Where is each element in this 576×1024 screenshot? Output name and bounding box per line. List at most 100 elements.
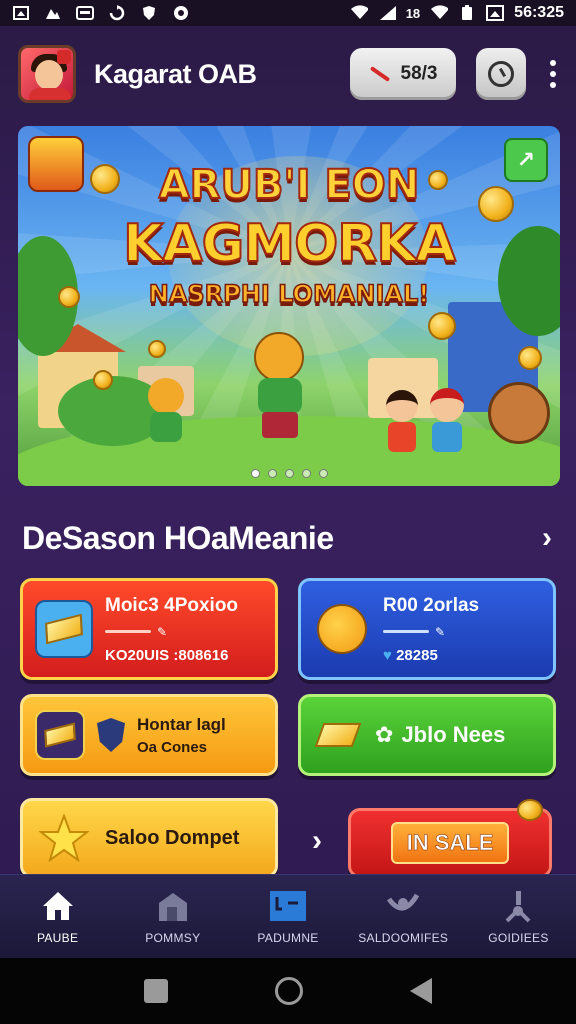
nav-label: GOIDIEES [488, 930, 549, 945]
mascot-legs [262, 412, 298, 438]
avatar-badge-icon [57, 50, 71, 64]
card-progress: ✎ [105, 625, 238, 639]
gold-ingot-icon [313, 706, 363, 764]
signal-text: 18 [405, 5, 421, 21]
banner-headline-line2: KAGMORKA [122, 213, 457, 275]
currency-icon [369, 66, 390, 82]
battery-icon [458, 5, 476, 21]
treasure-icon [35, 710, 85, 760]
offer-card-blue[interactable]: R00 2orlas ✎ ♥ 28285 [298, 578, 556, 680]
message-icon [76, 5, 94, 21]
nav-item-events[interactable]: PADUMNE [230, 875, 345, 958]
nav-item-shop[interactable]: POMMSY [115, 875, 230, 958]
currency-value: 58/3 [400, 63, 438, 84]
kid-character [148, 378, 184, 414]
carousel-dots [18, 469, 560, 478]
timer-button[interactable] [476, 48, 526, 100]
carousel-dot[interactable] [250, 469, 260, 478]
card-title: Moic3 4Poxioo [105, 594, 239, 616]
nav-label: PAUBE [36, 930, 79, 945]
card-subtitle: KO20UIS :808616 [105, 646, 229, 664]
nav-label: PADUMNE [257, 930, 319, 945]
nav-item-home[interactable]: PAUBE [0, 875, 115, 958]
shield-emblem-icon [97, 718, 125, 752]
chevron-right-icon[interactable]: › [542, 521, 552, 555]
player-avatar[interactable] [18, 45, 76, 103]
nav-label: SALDOOMIFES [358, 930, 449, 945]
boy-body [388, 422, 416, 452]
offer-card-green[interactable]: ✿ Jblo Nees [298, 694, 556, 776]
offer-card-red[interactable]: Moic3 4Poxioo ✎ KO20UIS :808616 [20, 578, 278, 680]
nav-item-profile[interactable]: GOIDIEES [461, 875, 576, 958]
coin-icon [428, 312, 456, 340]
back-button[interactable] [410, 978, 433, 1004]
coin-icon [518, 346, 542, 370]
app-header: Kagarat OAB 58/3 [0, 34, 576, 114]
screenshot-icon [12, 5, 30, 21]
card-title: Saloo Dompet [105, 826, 240, 849]
card-subtitle: Oa Cones [137, 738, 208, 756]
carousel-dot[interactable] [318, 469, 328, 478]
sync-icon [108, 5, 126, 21]
gold-bar-icon [35, 600, 93, 658]
mascot-character [254, 332, 304, 382]
section-title: DeSason HOaMeanie [22, 519, 334, 556]
banner-headline-line3: NASRPHI LOMANIAL! [148, 279, 430, 309]
home-button[interactable] [274, 977, 303, 1005]
wifi-secondary-icon [430, 5, 449, 21]
girl-body [432, 422, 462, 452]
shield-icon [140, 5, 158, 21]
wifi-icon [350, 5, 368, 21]
sale-label: IN SALE [390, 822, 510, 864]
sale-button[interactable]: IN SALE [348, 799, 552, 878]
status-bar: 18 56:325 [0, 0, 576, 26]
settings-icon [172, 5, 190, 21]
chevron-right-icon[interactable]: › [312, 824, 322, 858]
offer-card-orange[interactable]: Hontar lagl Oa Cones [20, 694, 278, 776]
boy-character [386, 390, 418, 422]
nav-item-rewards[interactable]: SALDOOMIFES [346, 875, 461, 958]
event-badge-icon[interactable] [28, 136, 84, 192]
offer-card-yellow[interactable]: Saloo Dompet [20, 798, 278, 878]
profile-icon [498, 889, 538, 923]
heart-icon: ♥ [383, 646, 392, 664]
banner-headline-line1: ARUB'I EON [158, 161, 421, 209]
carousel-dot[interactable] [267, 469, 277, 478]
mascot-body [258, 378, 302, 414]
shop-icon [153, 889, 193, 923]
rewards-icon [383, 889, 423, 923]
card-title: R00 2orlas [383, 594, 480, 616]
cell-signal-icon [378, 5, 396, 21]
carousel-dot[interactable] [284, 469, 294, 478]
coin-icon [517, 799, 543, 821]
share-icon[interactable]: ↗ [504, 138, 548, 182]
image-icon [44, 5, 62, 21]
monster-character [488, 382, 550, 444]
card-title: Jblo Nees [401, 722, 506, 747]
pen-icon: ✎ [435, 624, 446, 639]
nav-label: POMMSY [145, 930, 201, 945]
card-progress: ✎ [383, 625, 479, 639]
coin-icon [93, 370, 113, 390]
recent-apps-button[interactable] [143, 979, 168, 1003]
pen-icon: ✎ [157, 624, 168, 639]
puzzle-icon: ✿ [375, 722, 394, 747]
home-icon [38, 889, 78, 923]
currency-button[interactable]: 58/3 [350, 48, 456, 100]
clock: 56:325 [514, 4, 564, 21]
events-icon [268, 889, 308, 923]
system-navigation [0, 958, 576, 1024]
carousel-dot[interactable] [301, 469, 311, 478]
card-subtitle: ♥ 28285 [383, 646, 438, 664]
promo-banner[interactable]: ARUB'I EON KAGMORKA NASRPHI LOMANIAL! ↗ [18, 126, 560, 486]
section-header[interactable]: DeSason HOaMeanie › [22, 516, 552, 560]
girl-character [430, 388, 464, 422]
timer-icon [488, 61, 514, 87]
star-icon [35, 809, 93, 867]
more-vert-icon[interactable] [548, 60, 558, 88]
bear-mascot-icon [313, 600, 371, 658]
bottom-navigation: PAUBE POMMSY PADUMNE SALDOOMIFES GOIDIEE… [0, 874, 576, 958]
photo-icon [486, 5, 505, 21]
app-title: Kagarat OAB [94, 58, 257, 89]
card-title: Hontar lagl [137, 714, 226, 734]
